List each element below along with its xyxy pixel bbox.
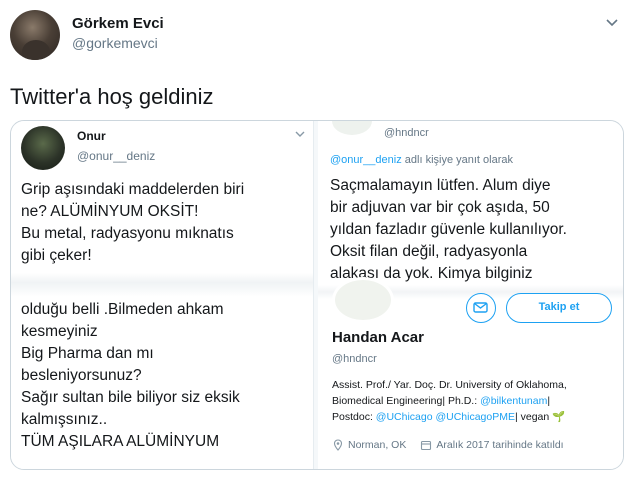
chevron-down-icon xyxy=(295,131,305,137)
bio-text: Postdoc: xyxy=(332,411,376,423)
avatar xyxy=(21,126,65,170)
profile-name: Handan Acar xyxy=(332,329,424,346)
chevron-down-icon[interactable] xyxy=(603,14,621,32)
author-handle[interactable]: @gorkemevci xyxy=(72,35,158,51)
divider xyxy=(11,273,313,297)
bio-line: Postdoc: @UChicago @UChicagoPME| vegan 🌱 xyxy=(332,409,622,425)
reply-mention-link: @onur__deniz xyxy=(330,154,402,166)
quoted-tweet-text-continued: olduğu belli .Bilmeden ahkam kesmeyiniz … xyxy=(21,301,240,450)
location-pin-icon xyxy=(333,439,343,451)
message-button xyxy=(466,293,496,323)
screenshot-left-panel: Onur @onur__deniz Grip aşısındaki maddel… xyxy=(11,121,314,469)
profile-avatar xyxy=(332,277,394,323)
bio-link: @bilkentunam xyxy=(480,395,548,407)
author-name[interactable]: Görkem Evci xyxy=(72,15,164,32)
tweet-media-image[interactable]: Onur @onur__deniz Grip aşısındaki maddel… xyxy=(10,120,624,470)
bio-text: | xyxy=(547,395,551,407)
mail-icon xyxy=(473,302,488,313)
bio-line: Assist. Prof./ Yar. Doç. Dr. University … xyxy=(332,379,567,391)
bio-text: | vegan 🌱 xyxy=(514,411,566,423)
profile-bio: Assist. Prof./ Yar. Doç. Dr. University … xyxy=(332,377,622,425)
reply-context: @onur__deniz adlı kişiye yanıt olarak xyxy=(330,154,513,166)
reply-author-handle: @hndncr xyxy=(384,127,429,139)
calendar-icon xyxy=(421,440,432,451)
quoted-author-name: Onur xyxy=(77,129,106,143)
bio-text: Biomedical Engineering| Ph.D.: xyxy=(332,395,481,407)
reply-tweet-text: Saçmalamayın lütfen. Alum diye bir adjuv… xyxy=(330,177,567,282)
tweet-header: Görkem Evci @gorkemevci xyxy=(8,8,627,64)
avatar xyxy=(332,121,372,135)
avatar[interactable] xyxy=(10,10,60,60)
reply-context-label: adlı kişiye yanıt olarak xyxy=(401,154,513,166)
profile-handle: @hndncr xyxy=(332,353,377,365)
quoted-author-handle: @onur__deniz xyxy=(77,149,156,163)
tweet-text: Twitter'a hoş geldiniz xyxy=(10,84,214,109)
profile-meta: Norman, OK Aralık 2017 tarihinde katıldı xyxy=(332,439,564,451)
quoted-tweet-text: Grip aşısındaki maddelerden biri ne? ALÜ… xyxy=(21,181,245,264)
profile-location: Norman, OK xyxy=(348,439,407,451)
follow-button: Takip et xyxy=(506,293,612,323)
screenshot-right-panel: @hndncr @onur__deniz adlı kişiye yanıt o… xyxy=(318,121,623,469)
bio-line: Biomedical Engineering| Ph.D.: @bilkentu… xyxy=(332,393,622,409)
profile-joined: Aralık 2017 tarihinde katıldı xyxy=(436,439,564,451)
bio-link: @UChicago @UChicagoPME xyxy=(375,411,515,423)
